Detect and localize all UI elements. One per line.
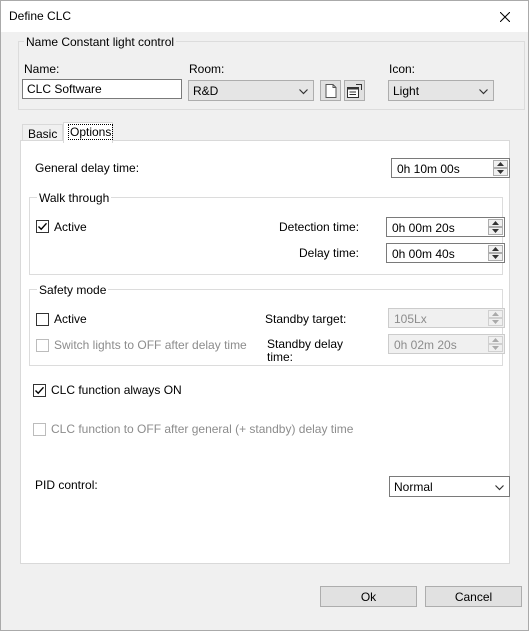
spin-up-button[interactable] xyxy=(488,336,503,344)
tab-basic-label: Basic xyxy=(28,127,58,141)
room-select[interactable]: R&D xyxy=(188,80,314,101)
safety-mode-title: Safety mode xyxy=(37,283,109,297)
properties-icon xyxy=(347,83,362,98)
room-select-value: R&D xyxy=(193,84,219,98)
clc-off-after-checkbox[interactable] xyxy=(33,423,46,436)
spin-up-button[interactable] xyxy=(488,245,503,253)
icon-select[interactable]: Light xyxy=(388,80,494,101)
pid-control-value: Normal xyxy=(394,480,433,494)
clc-always-on-checkbox[interactable] xyxy=(33,384,46,397)
window-title: Define CLC xyxy=(9,9,72,23)
cancel-button-label: Cancel xyxy=(454,589,493,604)
detection-time-value: 0h 00m 20s xyxy=(392,221,455,235)
close-icon xyxy=(500,11,510,22)
name-label: Name: xyxy=(24,62,60,76)
new-document-icon xyxy=(325,83,336,98)
pid-control-label: PID control: xyxy=(35,478,98,492)
tab-options[interactable]: Options xyxy=(63,122,114,143)
new-room-button[interactable] xyxy=(320,80,341,101)
switch-off-checkbox[interactable] xyxy=(36,339,49,352)
standby-target-spinner[interactable]: 105Lx xyxy=(388,308,505,328)
chevron-down-icon xyxy=(495,485,504,491)
icon-label: Icon: xyxy=(389,62,416,76)
safety-mode-active-label: Active xyxy=(54,312,87,326)
chevron-down-icon xyxy=(479,89,488,95)
arrow-up-icon xyxy=(492,221,499,225)
ok-button[interactable]: Ok xyxy=(320,586,417,607)
standby-target-value: 105Lx xyxy=(394,312,427,326)
checkmark-icon xyxy=(35,386,45,395)
safety-mode-active-checkbox[interactable] xyxy=(36,313,49,326)
pid-control-select[interactable]: Normal xyxy=(389,476,510,497)
walk-through-title: Walk through xyxy=(37,191,112,205)
general-delay-label: General delay time: xyxy=(35,161,140,175)
arrow-up-icon xyxy=(492,312,499,316)
clc-off-after-label: CLC function to OFF after general (+ sta… xyxy=(51,422,354,436)
general-delay-value: 0h 10m 00s xyxy=(397,162,460,176)
room-label: Room: xyxy=(189,62,225,76)
standby-target-label: Standby target: xyxy=(265,312,347,326)
options-tab-panel: General delay time: 0h 10m 00s Walk thro… xyxy=(20,140,510,564)
spin-up-button[interactable] xyxy=(493,160,508,168)
delay-time-spinner[interactable]: 0h 00m 40s xyxy=(386,243,505,263)
walk-through-active-label: Active xyxy=(54,220,87,234)
arrow-down-icon xyxy=(492,229,499,233)
tab-options-label: Options xyxy=(67,124,114,140)
ok-button-label: Ok xyxy=(360,589,377,604)
arrow-up-icon xyxy=(497,162,504,166)
close-button[interactable] xyxy=(482,1,528,32)
detection-time-label: Detection time: xyxy=(279,220,360,234)
general-delay-spinner[interactable]: 0h 10m 00s xyxy=(391,158,510,178)
detection-time-spinner[interactable]: 0h 00m 20s xyxy=(386,217,505,237)
switch-off-label: Switch lights to OFF after delay time xyxy=(54,338,247,352)
cancel-button[interactable]: Cancel xyxy=(425,586,522,607)
standby-delay-label-line1: Standby delay xyxy=(267,337,344,351)
define-clc-dialog: Define CLC Name Constant light control N… xyxy=(0,0,529,631)
icon-select-value: Light xyxy=(393,84,420,98)
arrow-up-icon xyxy=(492,247,499,251)
standby-delay-value: 0h 02m 20s xyxy=(394,338,457,352)
chevron-down-icon xyxy=(299,89,308,95)
standby-delay-spinner[interactable]: 0h 02m 20s xyxy=(388,334,505,354)
standby-delay-label-line2: time: xyxy=(267,350,294,364)
name-group-title: Name Constant light control xyxy=(24,35,177,49)
spin-down-button[interactable] xyxy=(488,227,503,235)
arrow-down-icon xyxy=(492,255,499,259)
arrow-down-icon xyxy=(497,170,504,174)
clc-always-on-label: CLC function always ON xyxy=(51,383,182,397)
spin-up-button[interactable] xyxy=(488,219,503,227)
spin-up-button[interactable] xyxy=(488,310,503,318)
name-input[interactable]: CLC Software xyxy=(22,79,182,99)
walk-through-active-checkbox[interactable] xyxy=(36,220,49,233)
delay-time-value: 0h 00m 40s xyxy=(392,247,455,261)
checkmark-icon xyxy=(38,222,48,231)
title-bar: Define CLC xyxy=(1,1,528,32)
spin-down-button[interactable] xyxy=(493,168,508,176)
name-input-value: CLC Software xyxy=(27,82,102,96)
arrow-down-icon xyxy=(492,346,499,350)
spin-down-button[interactable] xyxy=(488,344,503,352)
arrow-down-icon xyxy=(492,320,499,324)
edit-room-button[interactable] xyxy=(344,80,365,101)
arrow-up-icon xyxy=(492,338,499,342)
spin-down-button[interactable] xyxy=(488,253,503,261)
spin-down-button[interactable] xyxy=(488,318,503,326)
delay-time-label: Delay time: xyxy=(299,246,360,260)
